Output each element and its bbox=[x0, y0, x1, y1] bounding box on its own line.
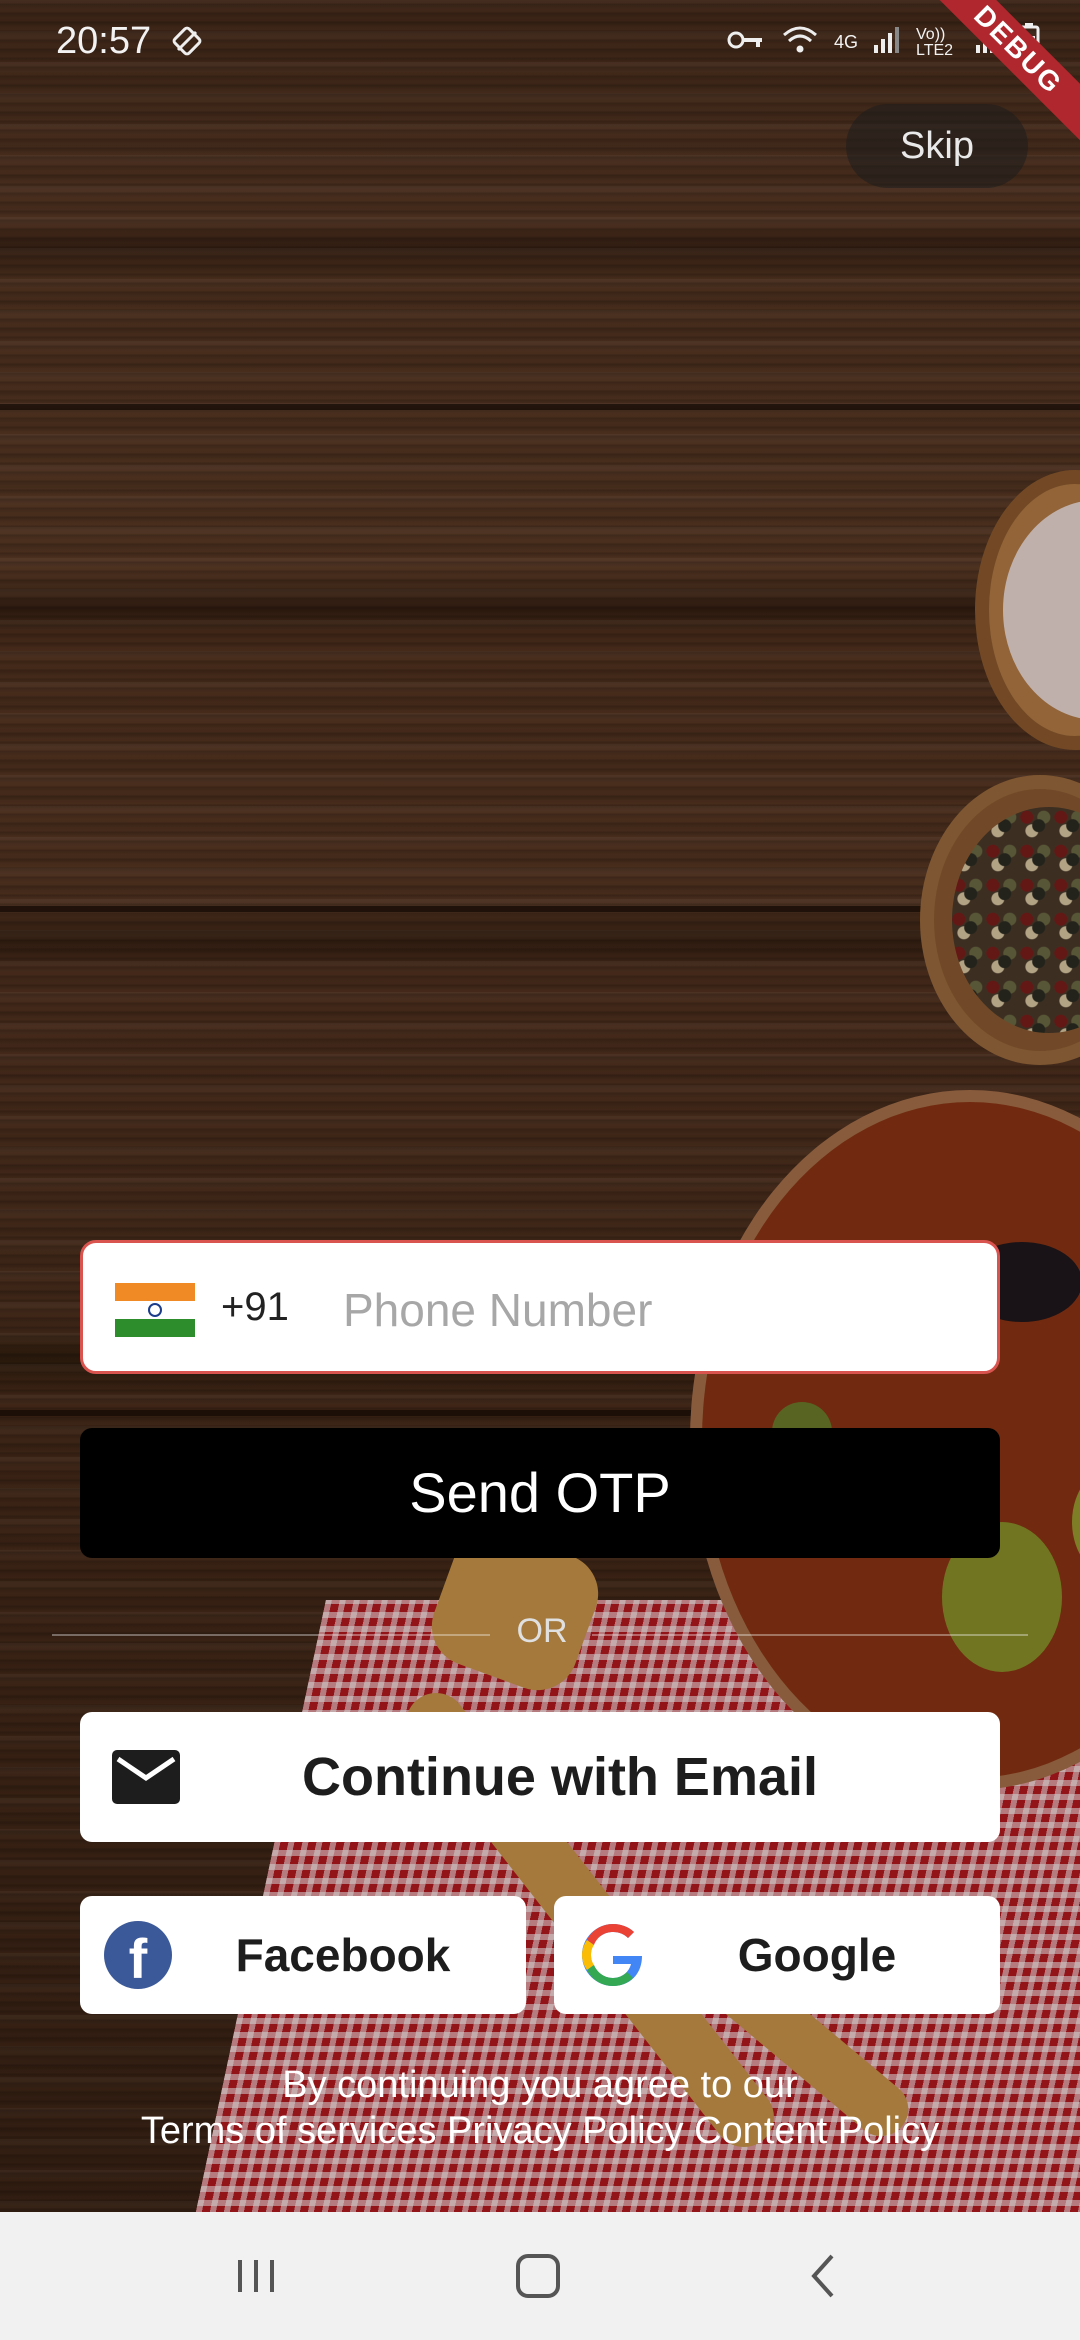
continue-with-email-button[interactable]: Continue with Email bbox=[80, 1712, 1000, 1842]
wifi-icon bbox=[780, 23, 820, 62]
phone-field[interactable]: +91 bbox=[80, 1240, 1000, 1374]
terms-of-services-link[interactable]: Terms of services bbox=[141, 2110, 437, 2152]
signal-icon bbox=[872, 25, 902, 60]
divider-line-right bbox=[592, 1634, 1028, 1636]
network-lte-label: Vo)) LTE2 bbox=[916, 25, 954, 59]
status-time: 20:57 bbox=[56, 20, 152, 62]
email-button-label: Continue with Email bbox=[301, 1747, 818, 1807]
country-code[interactable]: +91 bbox=[221, 1285, 289, 1330]
divider-line-left bbox=[52, 1634, 490, 1636]
india-flag-icon[interactable] bbox=[115, 1283, 195, 1337]
system-navigation-bar bbox=[0, 2212, 1080, 2340]
or-label: OR bbox=[516, 1612, 568, 1650]
phone-number-input[interactable] bbox=[341, 1269, 965, 1351]
home-icon[interactable] bbox=[512, 2246, 568, 2311]
google-button-label: Google bbox=[737, 1929, 897, 1981]
vpn-key-icon bbox=[726, 28, 766, 57]
terms-intro: By continuing you agree to our bbox=[282, 2064, 798, 2106]
facebook-button[interactable]: f Facebook bbox=[80, 1896, 526, 2014]
back-icon[interactable] bbox=[800, 2246, 848, 2311]
terms-notice: By continuing you agree to our Terms of … bbox=[0, 2062, 1080, 2154]
status-bar: 20:57 4G Vo)) LTE2 DEBUG bbox=[0, 0, 1080, 149]
sync-off-icon bbox=[170, 24, 204, 63]
send-otp-button[interactable]: Send OTP bbox=[80, 1428, 1000, 1558]
google-button[interactable]: Google bbox=[554, 1896, 1000, 2014]
privacy-policy-link[interactable]: Privacy Policy bbox=[447, 2110, 684, 2152]
background-dim-overlay bbox=[0, 0, 1080, 2212]
network-4g-label: 4G bbox=[833, 32, 858, 52]
or-divider: OR bbox=[52, 1606, 1028, 1662]
facebook-button-label: Facebook bbox=[235, 1929, 451, 1981]
content-policy-link[interactable]: Content Policy bbox=[694, 2110, 939, 2152]
recents-icon[interactable] bbox=[232, 2246, 280, 2311]
terms-links: Terms of services Privacy Policy Content… bbox=[0, 2108, 1080, 2154]
skip-button[interactable]: Skip bbox=[846, 104, 1028, 188]
login-screen: 20:57 4G Vo)) LTE2 DEBUG Skip +91 Phone … bbox=[0, 0, 1080, 2340]
